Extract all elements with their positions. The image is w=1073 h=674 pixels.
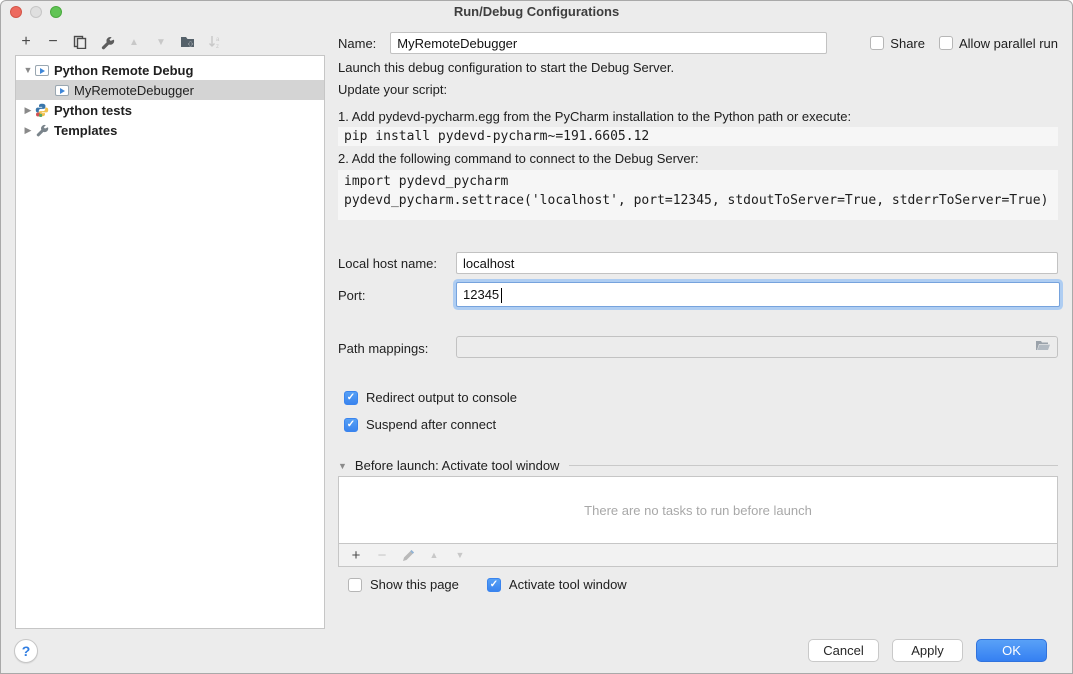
- page-options-row: Show this page ✓ Activate tool window: [338, 577, 1058, 592]
- checkmark-icon: ✓: [347, 420, 355, 430]
- instructions-step2: 2. Add the following command to connect …: [338, 151, 1058, 167]
- port-label: Port:: [338, 288, 365, 303]
- name-input[interactable]: [390, 32, 827, 54]
- configurations-tree: ▼ Python Remote Debug MyRemoteDebugger ▶…: [15, 55, 325, 629]
- share-checkbox-group[interactable]: Share: [870, 36, 925, 51]
- name-label: Name:: [338, 36, 376, 51]
- share-label: Share: [890, 36, 925, 51]
- allow-parallel-run-label: Allow parallel run: [959, 36, 1058, 51]
- before-launch-title: Before launch: Activate tool window: [355, 458, 560, 473]
- templates-wrench-icon: [34, 123, 50, 137]
- expand-collapse-icon[interactable]: ▶: [22, 105, 34, 116]
- port-input-focused[interactable]: [456, 282, 1060, 307]
- section-divider: [569, 465, 1058, 466]
- before-launch-header[interactable]: ▼ Before launch: Activate tool window: [338, 458, 1058, 473]
- no-tasks-message: There are no tasks to run before launch: [339, 477, 1057, 543]
- tree-item-myremotedebugger[interactable]: MyRemoteDebugger: [16, 80, 324, 100]
- configurations-toolbar: + − ▲ ▼ az: [17, 32, 224, 52]
- tree-item-python-tests[interactable]: ▶ Python tests: [16, 100, 324, 120]
- dialog-buttons: Cancel Apply OK: [808, 639, 1047, 662]
- local-host-name-input[interactable]: [456, 252, 1058, 274]
- local-host-name-label: Local host name:: [338, 256, 437, 271]
- allow-parallel-run-checkbox-group[interactable]: Allow parallel run: [939, 36, 1058, 51]
- move-task-down-icon[interactable]: ▼: [453, 548, 467, 562]
- new-folder-icon[interactable]: [179, 33, 197, 51]
- activate-tool-window-label: Activate tool window: [509, 577, 627, 592]
- remove-task-icon[interactable]: −: [375, 548, 389, 562]
- port-input[interactable]: [457, 283, 1059, 306]
- settrace-code-line2: pydevd_pycharm.settrace('localhost', por…: [344, 191, 1052, 210]
- edit-templates-wrench-icon[interactable]: [98, 33, 116, 51]
- help-button[interactable]: ?: [14, 639, 38, 663]
- instructions-step1: 1. Add pydevd-pycharm.egg from the PyCha…: [338, 109, 1058, 125]
- browse-folder-icon[interactable]: [1035, 340, 1051, 355]
- expand-collapse-icon[interactable]: ▶: [22, 125, 34, 136]
- add-task-icon[interactable]: +: [349, 548, 363, 562]
- cancel-button[interactable]: Cancel: [808, 639, 879, 662]
- move-task-up-icon[interactable]: ▲: [427, 548, 441, 562]
- allow-parallel-run-checkbox[interactable]: [939, 36, 953, 50]
- show-this-page-label: Show this page: [370, 577, 459, 592]
- move-up-icon[interactable]: ▲: [125, 33, 143, 51]
- suspend-after-connect-row[interactable]: ✓ Suspend after connect: [338, 417, 1058, 432]
- collapse-section-icon[interactable]: ▼: [338, 461, 347, 471]
- suspend-after-connect-checkbox[interactable]: ✓: [344, 418, 358, 432]
- pip-install-code: pip install pydevd-pycharm~=191.6605.12: [338, 127, 1058, 146]
- path-mappings-label: Path mappings:: [338, 341, 428, 356]
- copy-configuration-icon[interactable]: [71, 33, 89, 51]
- activate-tool-window-checkbox[interactable]: ✓: [487, 578, 501, 592]
- tree-item-python-remote-debug[interactable]: ▼ Python Remote Debug: [16, 60, 324, 80]
- path-mappings-input[interactable]: [456, 336, 1058, 358]
- instructions-intro: Launch this debug configuration to start…: [338, 60, 1058, 76]
- run-debug-configurations-dialog: Run/Debug Configurations + − ▲ ▼ az ▼ Py…: [0, 0, 1073, 674]
- text-caret: [501, 288, 502, 303]
- settrace-code-line1: import pydevd_pycharm: [344, 172, 1052, 191]
- titlebar: Run/Debug Configurations: [1, 1, 1072, 23]
- redirect-output-label: Redirect output to console: [366, 390, 517, 405]
- redirect-output-row[interactable]: ✓ Redirect output to console: [338, 390, 1058, 405]
- expand-collapse-icon[interactable]: ▼: [22, 65, 34, 75]
- move-down-icon[interactable]: ▼: [152, 33, 170, 51]
- window-title: Run/Debug Configurations: [1, 4, 1072, 19]
- sort-configurations-icon[interactable]: az: [206, 33, 224, 51]
- redirect-output-checkbox[interactable]: ✓: [344, 391, 358, 405]
- show-this-page-checkbox[interactable]: [348, 578, 362, 592]
- apply-button[interactable]: Apply: [892, 639, 963, 662]
- checkmark-icon: ✓: [490, 580, 498, 590]
- svg-text:z: z: [216, 44, 219, 49]
- share-checkbox[interactable]: [870, 36, 884, 50]
- ok-button[interactable]: OK: [976, 639, 1047, 662]
- remove-configuration-icon[interactable]: −: [44, 33, 62, 51]
- run-configuration-icon: [54, 83, 70, 97]
- add-configuration-icon[interactable]: +: [17, 33, 35, 51]
- run-configuration-icon: [34, 63, 50, 77]
- instructions-update: Update your script:: [338, 82, 1058, 98]
- python-tests-icon: [34, 103, 50, 117]
- edit-task-pencil-icon[interactable]: [401, 548, 415, 562]
- suspend-after-connect-label: Suspend after connect: [366, 417, 496, 432]
- tree-item-templates[interactable]: ▶ Templates: [16, 120, 324, 140]
- before-launch-tasks-panel: There are no tasks to run before launch …: [338, 476, 1058, 567]
- svg-text:a: a: [216, 37, 220, 43]
- tasks-toolbar: + − ▲ ▼: [339, 543, 1057, 566]
- checkmark-icon: ✓: [347, 393, 355, 403]
